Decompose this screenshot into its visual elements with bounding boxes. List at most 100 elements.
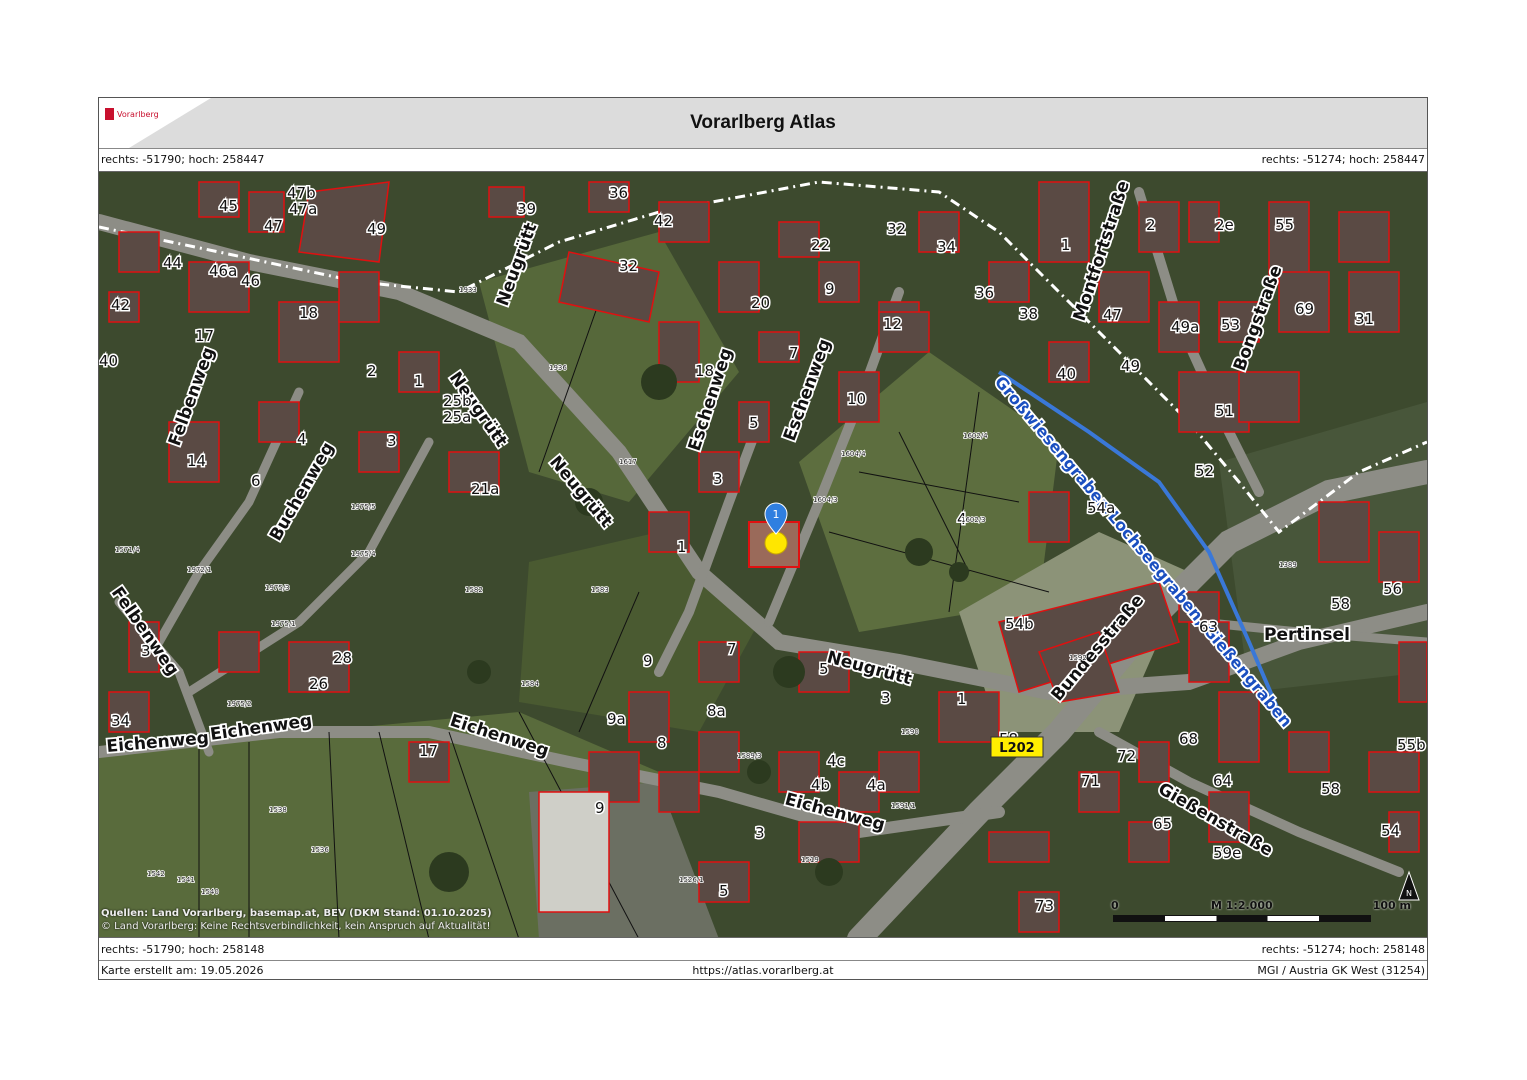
house-number: 4c (827, 752, 845, 770)
marker-label: 1 (773, 508, 780, 521)
parcel-number: 1975/2 (227, 700, 252, 708)
house-number: 53 (1221, 316, 1240, 334)
house-number: 17 (195, 327, 214, 345)
house-number: 52 (1195, 462, 1214, 480)
parcel-number: 1975/5 (351, 503, 376, 511)
house-number: 9a (607, 710, 626, 728)
parcel-number: 1538 (269, 806, 287, 814)
road-number-badge: L202 (990, 736, 1044, 758)
house-number: 46a (209, 262, 237, 280)
house-number: 69 (1295, 300, 1314, 318)
house-number: 2 (1146, 216, 1156, 234)
house-number: 34 (111, 712, 130, 730)
parcel-number: 1526/1 (679, 876, 704, 884)
house-number: 9 (643, 652, 653, 670)
house-number: 7 (789, 344, 799, 362)
house-number: 32 (619, 257, 638, 275)
house-number: 4 (297, 430, 307, 448)
house-number: 22 (811, 236, 830, 254)
map-canvas[interactable]: Neugrütt Neugrütt Neugrütt Neugrütt Esch… (99, 172, 1427, 938)
house-number: 42 (654, 212, 673, 230)
title-bar: Vorarlberg Vorarlberg Atlas (99, 98, 1427, 149)
footer-bar: Karte erstellt am: 19.05.2026 https://at… (99, 960, 1427, 980)
parcel-number: 1936 (549, 364, 567, 372)
house-number: 1 (957, 690, 967, 708)
house-number: 40 (1057, 365, 1076, 383)
house-number: 49a (1171, 318, 1199, 336)
house-number: 26 (309, 675, 328, 693)
parcel-number: 1604/4 (841, 450, 866, 458)
parcel-number: 1604/3 (813, 496, 838, 504)
scale-bar: 0 M 1:2.000 100 m (1111, 899, 1411, 929)
house-number: 3 (713, 470, 723, 488)
coord-bottom-right: rechts: -51274; hoch: 258148 (1261, 943, 1425, 956)
road-number-text: L202 (999, 741, 1034, 756)
house-number: 3 (141, 642, 151, 660)
parcel-number: 1389 (1279, 561, 1297, 569)
parcel-number: 1972/1 (187, 566, 212, 574)
house-number: 6 (251, 472, 261, 490)
house-number: 55 (1275, 216, 1294, 234)
house-number: 4b (811, 776, 830, 794)
house-number: 58 (1321, 780, 1340, 798)
house-number: 45 (219, 197, 238, 215)
house-number: 25a (443, 408, 471, 426)
house-number: 5 (819, 660, 829, 678)
house-number: 31 (1355, 310, 1374, 328)
sources-line-1: Quellen: Land Vorarlberg, basemap.at, BE… (101, 908, 492, 919)
house-number: 47a (289, 200, 317, 218)
house-number: 42 (111, 296, 130, 314)
parcel-number: 1975/3 (265, 584, 290, 592)
parcel-number: 1590 (901, 728, 919, 736)
map-view[interactable]: Neugrütt Neugrütt Neugrütt Neugrütt Esch… (99, 171, 1427, 938)
scale-ratio: M 1:2.000 (1211, 899, 1273, 912)
parcel-number: 1617 (619, 458, 637, 466)
street-label: Pertinsel (1264, 625, 1350, 645)
coord-bottom-left: rechts: -51790; hoch: 258148 (101, 943, 265, 956)
house-number: 49 (1121, 357, 1140, 375)
house-number: 3 (881, 689, 891, 707)
parcel-number: 1582 (465, 586, 483, 594)
parcel-number: 1975/1 (271, 620, 296, 628)
house-number: 5 (719, 882, 729, 900)
house-number: 4a (867, 776, 886, 794)
map-sheet: Vorarlberg Vorarlberg Atlas rechts: -517… (98, 97, 1428, 980)
house-number: 12 (883, 315, 902, 333)
parcel-number: 1571/4 (115, 546, 140, 554)
house-number: 14 (187, 452, 206, 470)
parcel-number: 1584 (521, 680, 539, 688)
house-number: 64 (1213, 772, 1232, 790)
house-number: 1 (677, 538, 687, 556)
parcel-number: 1975/4 (351, 550, 376, 558)
house-number: 49 (367, 220, 386, 238)
house-number: 5 (749, 414, 759, 432)
coord-top-left: rechts: -51790; hoch: 258447 (101, 153, 265, 166)
house-number: 54a (1087, 499, 1115, 517)
page-title: Vorarlberg Atlas (690, 112, 836, 133)
scale-end: 100 m (1372, 899, 1411, 912)
parcel-number: 1602/4 (963, 432, 988, 440)
parcel-number: 1540 (201, 888, 219, 896)
coordinate-system: MGI / Austria GK West (31254) (1257, 964, 1425, 977)
house-number: 9 (825, 280, 835, 298)
house-number: 54b (1005, 615, 1034, 633)
house-number: 36 (609, 184, 628, 202)
house-number: 3 (755, 824, 765, 842)
house-number: 68 (1179, 730, 1198, 748)
house-number: 47 (1103, 306, 1122, 324)
house-number: 55b (1397, 736, 1426, 754)
house-number: 2 (367, 362, 377, 380)
map-sources: Quellen: Land Vorarlberg, basemap.at, BE… (101, 907, 492, 933)
parcel-number: 1933 (459, 286, 477, 294)
house-number: 32 (887, 220, 906, 238)
parcel-number: 1592 (1069, 654, 1087, 662)
house-number: 38 (1019, 305, 1038, 323)
house-number: 17 (419, 742, 438, 760)
house-number: 40 (99, 352, 118, 370)
house-number: 9 (595, 799, 605, 817)
house-number: 63 (1199, 618, 1218, 636)
house-number: 18 (299, 304, 318, 322)
house-number: 8a (707, 702, 726, 720)
atlas-link[interactable]: https://atlas.vorarlberg.at (99, 964, 1427, 977)
house-number: 10 (847, 390, 866, 408)
